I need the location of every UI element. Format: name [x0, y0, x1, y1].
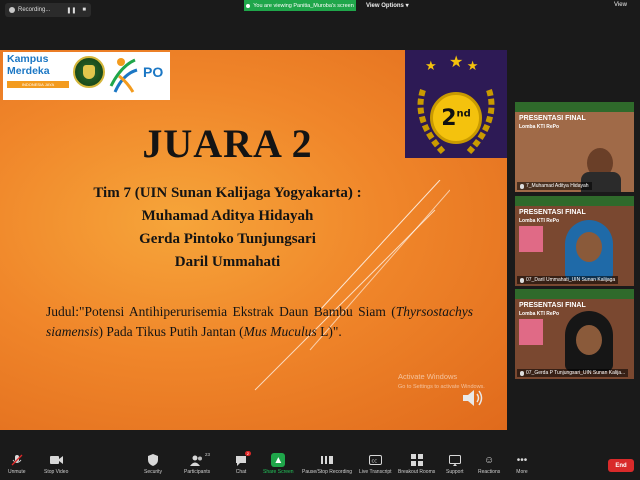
participant-video — [559, 220, 619, 280]
share-screen-button[interactable]: ▲ Share Screen — [263, 453, 294, 475]
breakout-rooms-label: Breakout Rooms — [398, 469, 436, 475]
tile-title: PRESENTASI FINAL — [519, 115, 586, 122]
medal-suffix: nd — [456, 108, 471, 120]
mic-icon — [520, 370, 524, 376]
chevron-down-icon: ▾ — [405, 3, 409, 9]
cc-icon: cc — [368, 453, 382, 467]
participant-name-label: 7_Muhamad Aditya Hidayah — [517, 182, 592, 190]
star-icon: ★ — [449, 54, 464, 71]
shared-screen-slide: Kampus Merdeka INDONESIA JAYA PO ★ ★ ★ 2… — [0, 50, 507, 430]
share-screen-label: Share Screen — [263, 469, 294, 475]
smiley-icon: ☺ — [484, 454, 495, 466]
view-options-button[interactable]: View Options ▾ — [366, 2, 409, 9]
chat-badge: 2 — [244, 451, 251, 456]
participants-button[interactable]: 23 Participants — [184, 452, 211, 475]
participants-label: Participants — [184, 469, 211, 475]
shield-icon — [146, 453, 160, 467]
meeting-toolbar: Unmute Stop Video Security 23 Participan… — [0, 450, 640, 480]
unmute-label: Unmute — [8, 469, 26, 475]
tile-subtitle: Lomba KTI RePo — [519, 218, 560, 224]
tile-title: PRESENTASI FINAL — [519, 209, 586, 216]
reactions-label: Reactions — [478, 469, 501, 475]
recording-label: Recording... — [18, 7, 51, 13]
unmute-button[interactable]: Unmute — [8, 453, 26, 475]
recording-icon — [9, 7, 15, 13]
pause-recording-icon[interactable]: ❚❚ — [66, 7, 76, 14]
support-label: Support — [446, 469, 464, 475]
logo-tagline: INDONESIA JAYA — [7, 81, 69, 88]
pause-stop-icon — [320, 453, 334, 467]
judul-prefix: Judul:"Potensi Antihiperurisemia Ekstrak… — [46, 304, 396, 319]
participant-video — [559, 311, 619, 371]
pause-stop-recording-button[interactable]: Pause/Stop Recording — [302, 453, 352, 475]
judul-suffix: L)". — [316, 324, 342, 339]
participant-name-label: 07_Daril Ummahati_UIN Sunan Kalijaga — [517, 276, 619, 284]
viewing-screen-banner: You are viewing Panitia_Muroba's screen — [244, 0, 356, 11]
live-transcript-label: Live Transcript — [359, 469, 392, 475]
viewing-label: You are viewing Panitia_Muroba's screen — [253, 2, 354, 9]
end-meeting-button[interactable]: End — [608, 459, 634, 472]
view-options-label: View Options — [366, 3, 404, 9]
logo-po-text: PO — [143, 64, 164, 80]
participant-name-label: 07_Gerda P Tunjungsari_UIN Sunan Kalija.… — [517, 369, 629, 377]
stop-video-label: Stop Video — [44, 469, 69, 475]
participant-tile[interactable]: PRESENTASI FINAL Lomba KTI RePo 07_Daril… — [515, 196, 634, 286]
watermark-title: Activate Windows — [398, 372, 458, 381]
poster-thumbnail — [519, 226, 543, 252]
breakout-rooms-icon — [410, 453, 424, 467]
logo-line2: Merdeka — [7, 65, 50, 77]
security-label: Security — [144, 469, 163, 475]
speaker-icon[interactable] — [460, 386, 484, 410]
recording-indicator: Recording... ❚❚ ■ — [5, 3, 91, 17]
mic-icon — [520, 277, 524, 283]
slide-title: JUARA 2 — [142, 121, 313, 166]
tile-subtitle: Lomba KTI RePo — [519, 124, 560, 130]
more-button[interactable]: ••• More — [515, 453, 529, 476]
judul-italic-animal: Mus Muculus — [243, 324, 317, 339]
university-seal-icon — [73, 56, 105, 88]
ellipsis-icon: ••• — [516, 454, 528, 466]
judul-middle: ) Pada Tikus Putih Jantan ( — [98, 324, 244, 339]
paper-title: Judul:"Potensi Antihiperurisemia Ekstrak… — [46, 302, 473, 342]
reactions-button[interactable]: ☺ Reactions — [478, 453, 501, 476]
muted-mic-icon — [10, 453, 24, 467]
mic-icon — [520, 183, 524, 189]
support-icon — [448, 453, 462, 467]
share-status-icon — [246, 3, 251, 8]
participants-icon: 23 — [190, 452, 210, 467]
event-logo: Kampus Merdeka INDONESIA JAYA PO — [3, 52, 170, 100]
view-button[interactable]: View — [614, 2, 627, 8]
participant-name: 07_Daril Ummahati_UIN Sunan Kalijaga — [526, 277, 616, 283]
svg-text:cc: cc — [371, 458, 377, 464]
share-arrow-icon: ▲ — [271, 453, 286, 467]
participant-video — [577, 142, 627, 192]
support-button[interactable]: Support — [446, 453, 464, 475]
security-button[interactable]: Security — [144, 453, 162, 475]
participant-tile[interactable]: PRESENTASI FINAL Lomba KTI RePo 7_Muhama… — [515, 102, 634, 192]
meeting-top-bar: Recording... ❚❚ ■ You are viewing Paniti… — [0, 0, 640, 17]
participant-name: 7_Muhamad Aditya Hidayah — [526, 183, 589, 189]
chat-button[interactable]: 2 Chat — [234, 451, 251, 475]
chat-label: Chat — [235, 469, 247, 475]
more-label: More — [516, 469, 528, 475]
video-camera-icon — [49, 453, 63, 467]
end-label: End — [615, 462, 627, 469]
expo-figure-icon — [109, 58, 138, 93]
pause-stop-recording-label: Pause/Stop Recording — [302, 469, 353, 475]
participant-tile[interactable]: PRESENTASI FINAL Lomba KTI RePo 07_Gerda… — [515, 289, 634, 379]
tile-subtitle: Lomba KTI RePo — [519, 311, 560, 317]
view-label: View — [614, 2, 627, 8]
decorative-lines — [254, 180, 450, 391]
logo-line1: Kampus — [7, 53, 49, 65]
stop-video-button[interactable]: Stop Video — [44, 453, 68, 475]
tile-title: PRESENTASI FINAL — [519, 302, 586, 309]
stop-recording-icon[interactable]: ■ — [82, 7, 86, 14]
chat-bubble-icon: 2 — [234, 451, 251, 467]
poster-thumbnail — [519, 319, 543, 345]
live-transcript-button[interactable]: cc Live Transcript — [359, 453, 392, 475]
participant-name: 07_Gerda P Tunjungsari_UIN Sunan Kalija.… — [526, 370, 626, 376]
participants-count: 23 — [205, 452, 211, 457]
breakout-rooms-button[interactable]: Breakout Rooms — [398, 453, 435, 475]
